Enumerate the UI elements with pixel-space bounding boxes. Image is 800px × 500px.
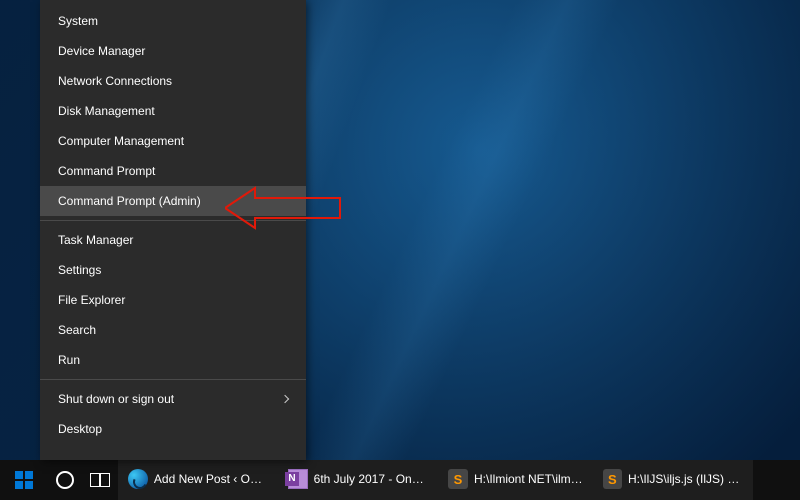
sublime-icon: S [448, 469, 468, 489]
sublime-icon: S [603, 469, 622, 489]
menu-item-run[interactable]: Run [40, 345, 306, 375]
menu-label: System [58, 14, 98, 28]
chevron-right-icon [281, 395, 289, 403]
menu-label: Task Manager [58, 233, 133, 247]
menu-label: Command Prompt (Admin) [58, 194, 201, 208]
task-view-button[interactable] [82, 460, 118, 500]
taskbar: Add New Post ‹ On… 6th July 2017 - One… … [0, 460, 800, 500]
edge-icon [128, 469, 148, 489]
menu-label: Settings [58, 263, 101, 277]
cortana-button[interactable] [48, 460, 82, 500]
menu-label: Network Connections [58, 74, 172, 88]
menu-label: Computer Management [58, 134, 184, 148]
menu-item-disk-management[interactable]: Disk Management [40, 96, 306, 126]
taskbar-task-sublime-1[interactable]: S H:\Ilmiont NET\ilm… [438, 460, 593, 500]
menu-item-settings[interactable]: Settings [40, 255, 306, 285]
menu-item-task-manager[interactable]: Task Manager [40, 225, 306, 255]
menu-item-network-connections[interactable]: Network Connections [40, 66, 306, 96]
menu-separator [40, 220, 306, 221]
menu-item-shutdown-signout[interactable]: Shut down or sign out [40, 384, 306, 414]
start-button[interactable] [0, 460, 48, 500]
winx-context-menu: System Device Manager Network Connection… [40, 0, 306, 460]
onenote-icon [288, 469, 308, 489]
windows-logo-icon [15, 471, 33, 489]
task-label: H:\IlJS\iljs.js (IlJS) - … [628, 472, 743, 486]
menu-item-system[interactable]: System [40, 6, 306, 36]
menu-label: Disk Management [58, 104, 155, 118]
menu-item-device-manager[interactable]: Device Manager [40, 36, 306, 66]
menu-label: File Explorer [58, 293, 125, 307]
menu-separator [40, 379, 306, 380]
menu-label: Device Manager [58, 44, 145, 58]
menu-label: Run [58, 353, 80, 367]
menu-item-desktop[interactable]: Desktop [40, 414, 306, 444]
menu-label: Search [58, 323, 96, 337]
menu-item-command-prompt[interactable]: Command Prompt [40, 156, 306, 186]
menu-item-file-explorer[interactable]: File Explorer [40, 285, 306, 315]
taskbar-task-edge[interactable]: Add New Post ‹ On… [118, 460, 278, 500]
taskbar-task-onenote[interactable]: 6th July 2017 - One… [278, 460, 438, 500]
task-label: H:\Ilmiont NET\ilm… [474, 472, 583, 486]
menu-item-search[interactable]: Search [40, 315, 306, 345]
task-label: Add New Post ‹ On… [154, 472, 268, 486]
cortana-icon [56, 471, 74, 489]
task-view-icon [90, 473, 110, 487]
menu-label: Shut down or sign out [58, 392, 174, 406]
menu-label: Command Prompt [58, 164, 155, 178]
menu-item-computer-management[interactable]: Computer Management [40, 126, 306, 156]
menu-label: Desktop [58, 422, 102, 436]
taskbar-task-sublime-2[interactable]: S H:\IlJS\iljs.js (IlJS) - … [593, 460, 753, 500]
task-label: 6th July 2017 - One… [314, 472, 428, 486]
menu-item-command-prompt-admin[interactable]: Command Prompt (Admin) [40, 186, 306, 216]
